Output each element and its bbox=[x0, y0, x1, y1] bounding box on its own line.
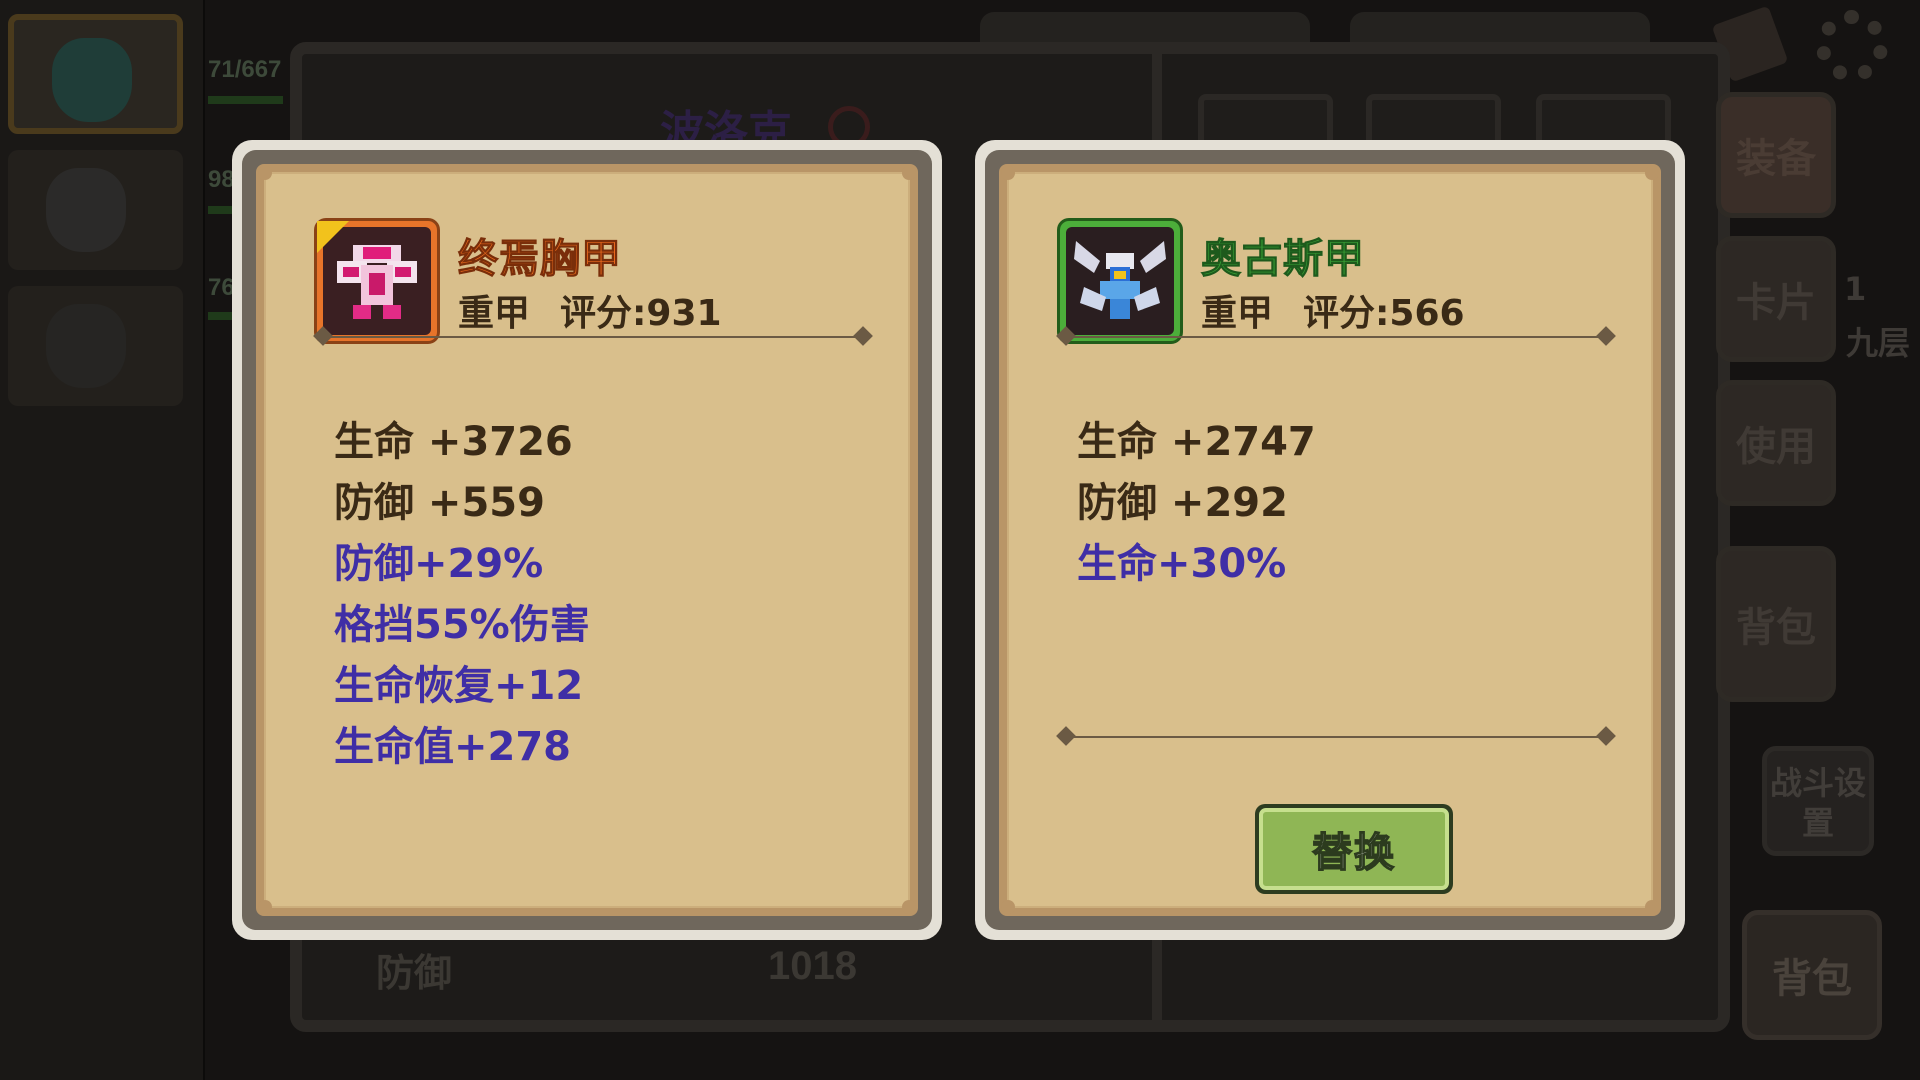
replace-button[interactable]: 替换 bbox=[1255, 804, 1453, 894]
side-number: 1 bbox=[1844, 270, 1867, 308]
extra-stat: 格挡55%伤害 bbox=[334, 602, 590, 648]
stat-hp: 生命 +2747 bbox=[1077, 419, 1316, 465]
parchment: 奥古斯甲 重甲 评分:566 生命 +2747 防御 +292 生命+30% 替… bbox=[999, 164, 1661, 916]
parchment: 终焉胸甲 重甲 评分:931 生命 +3726 防御 +559 防御+29% 格… bbox=[256, 164, 918, 916]
stat-list: 生命 +3726 防御 +559 防御+29% 格挡55%伤害 生命恢复+12 … bbox=[334, 412, 590, 778]
gear-icon[interactable] bbox=[1816, 10, 1888, 82]
extra-stat: 防御+29% bbox=[334, 541, 544, 587]
hero-avatar bbox=[52, 38, 132, 122]
armor-pink-chestplate-icon bbox=[314, 218, 440, 344]
item-score: 评分:931 bbox=[560, 293, 722, 334]
item-score: 评分:566 bbox=[1303, 293, 1465, 334]
corner-ornament bbox=[1001, 900, 1015, 914]
stat-label: 防御 bbox=[376, 951, 453, 995]
battle-settings-button[interactable]: 战斗设置 bbox=[1762, 746, 1874, 856]
hero-hp-1: 71/667 bbox=[208, 56, 282, 83]
item-type: 重甲 bbox=[1201, 293, 1274, 334]
gem-bar bbox=[1350, 12, 1650, 42]
hero-slot-2[interactable] bbox=[8, 150, 183, 270]
stat-hp: 生命 +3726 bbox=[334, 419, 573, 465]
corner-ornament bbox=[902, 166, 916, 180]
hero-slot-1[interactable] bbox=[8, 14, 183, 134]
corner-ornament bbox=[1001, 166, 1015, 180]
hero-list bbox=[0, 0, 205, 1080]
gold-bar bbox=[980, 12, 1310, 42]
tab-use[interactable]: 使用 bbox=[1716, 380, 1836, 506]
replace-button-label[interactable]: 替换 bbox=[1259, 808, 1449, 890]
rarity-corner bbox=[317, 221, 349, 253]
corner-ornament bbox=[902, 900, 916, 914]
side-floor: 九层 bbox=[1846, 324, 1911, 362]
item-name: 奥古斯甲 bbox=[1201, 236, 1365, 283]
stat-list: 生命 +2747 防御 +292 生命+30% bbox=[1077, 412, 1316, 595]
stat-def: 防御 +292 bbox=[1077, 480, 1288, 526]
equipped-item-card: 终焉胸甲 重甲 评分:931 生命 +3726 防御 +559 防御+29% 格… bbox=[232, 140, 942, 940]
item-name: 终焉胸甲 bbox=[458, 236, 622, 283]
hero-hp-2: 98 bbox=[208, 166, 235, 193]
corner-ornament bbox=[258, 900, 272, 914]
hero-slot-3[interactable] bbox=[8, 286, 183, 406]
item-type: 重甲 bbox=[458, 293, 531, 334]
extra-stat: 生命+30% bbox=[1077, 541, 1287, 587]
hero-hp-bar bbox=[208, 96, 283, 104]
bag-button[interactable]: 背包 bbox=[1742, 910, 1882, 1040]
hero-hp-3: 76 bbox=[208, 274, 235, 301]
hero-avatar bbox=[46, 168, 126, 252]
divider-line bbox=[1063, 736, 1609, 738]
tab-equipment[interactable]: 装备 bbox=[1716, 92, 1836, 218]
corner-ornament bbox=[1645, 900, 1659, 914]
hero-avatar bbox=[46, 304, 126, 388]
divider-line bbox=[320, 336, 866, 338]
extra-stat: 生命值+278 bbox=[334, 724, 572, 770]
corner-ornament bbox=[1645, 166, 1659, 180]
tab-cards[interactable]: 卡片 bbox=[1716, 236, 1836, 362]
stat-def: 防御 +559 bbox=[334, 480, 545, 526]
corner-ornament bbox=[258, 166, 272, 180]
stat-value: 1018 bbox=[768, 944, 857, 988]
compare-item-card: 奥古斯甲 重甲 评分:566 生命 +2747 防御 +292 生命+30% 替… bbox=[975, 140, 1685, 940]
extra-stat: 生命恢复+12 bbox=[334, 663, 584, 709]
tab-bag[interactable]: 背包 bbox=[1716, 546, 1836, 702]
armor-winged-blue-icon bbox=[1057, 218, 1183, 344]
divider-line bbox=[1063, 336, 1609, 338]
